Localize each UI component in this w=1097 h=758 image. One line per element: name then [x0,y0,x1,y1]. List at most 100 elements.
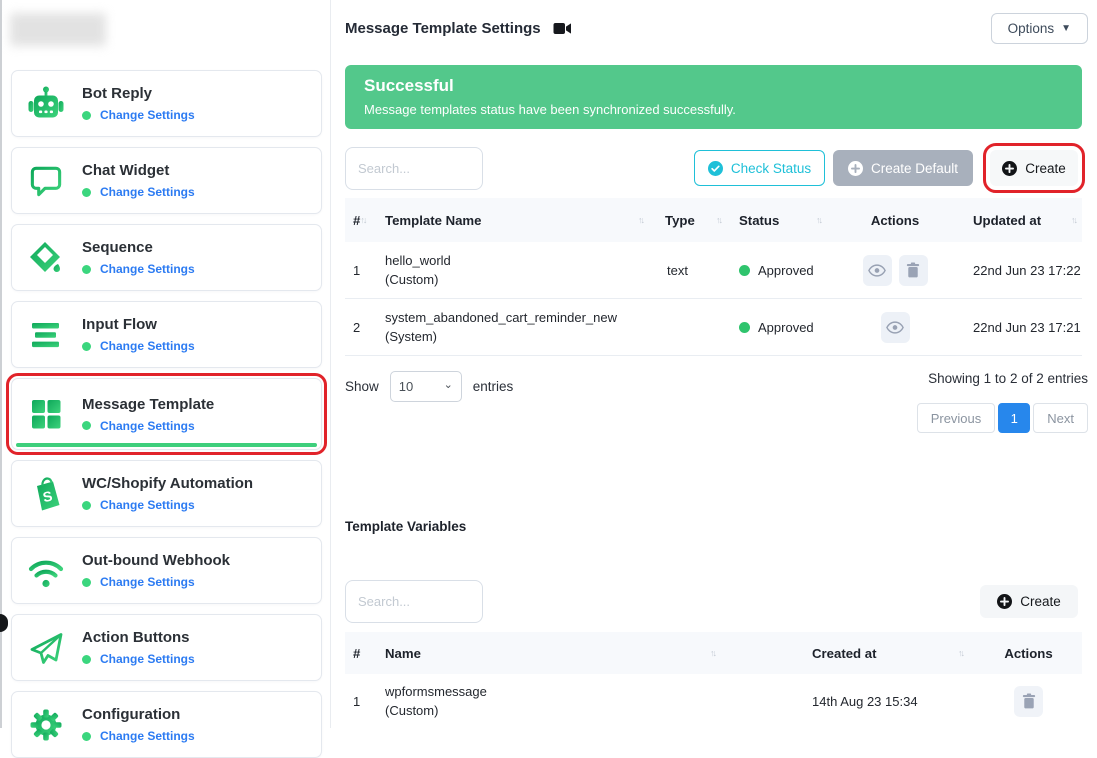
trash-icon [1022,693,1036,709]
created-at: 14th Aug 23 15:34 [745,694,975,709]
template-name: system_abandoned_cart_reminder_new [385,308,657,327]
template-variables-title: Template Variables [345,519,466,534]
eye-icon [868,264,886,277]
status-dot [82,655,91,664]
change-settings-link[interactable]: Change Settings [100,652,195,666]
status-dot [739,322,750,333]
page-1-button[interactable]: 1 [998,403,1030,433]
main-content: Message Template Settings Options ▼ Succ… [345,0,1090,728]
status-dot [739,265,750,276]
delete-variable-button[interactable] [1014,686,1043,717]
sidebar-item-bot-reply[interactable]: Bot Reply Change Settings [11,70,322,137]
create-variable-button[interactable]: Create [980,585,1078,618]
status-dot [82,501,91,510]
templates-table-header: #↑↓ Template Name↑↓ Type↑↓ Status↑↓ Acti… [345,198,1082,242]
create-label: Create [1025,161,1066,176]
template-type: text [657,263,735,278]
column-name: Name [385,646,421,661]
change-settings-link[interactable]: Change Settings [100,729,195,743]
check-status-button[interactable]: Check Status [694,150,825,186]
options-button[interactable]: Options ▼ [991,13,1088,44]
status-dot [82,732,91,741]
sidebar-item-title: WC/Shopify Automation [82,475,253,492]
create-default-label: Create Default [871,161,958,176]
sidebar-item-action-buttons[interactable]: Action Buttons Change Settings [11,614,322,681]
column-actions: Actions [871,213,919,228]
template-origin: (System) [385,327,657,346]
sidebar-item-chat-widget[interactable]: Chat Widget Change Settings [11,147,322,214]
delete-template-button[interactable] [899,255,928,286]
column-status: Status [739,213,779,228]
view-template-button[interactable] [881,312,910,343]
check-circle-icon [708,161,723,176]
sort-icon[interactable]: ↑↓ [958,648,963,658]
row-number: 1 [345,263,377,278]
page-size-select[interactable]: 10 [390,371,462,402]
view-template-button[interactable] [863,255,892,286]
show-label: Show [345,379,379,394]
sidebar-item-message-template[interactable]: Message Template Change Settings [11,378,322,450]
status-badge: Approved [758,263,814,278]
create-default-button[interactable]: Create Default [833,150,973,186]
column-actions: Actions [1004,646,1052,661]
change-settings-link[interactable]: Change Settings [100,262,195,276]
sidebar-item-title: Input Flow [82,316,195,333]
sidebar-item-title: Message Template [82,396,214,413]
eye-icon [886,321,904,334]
sidebar-item-title: Sequence [82,239,195,256]
table-row: 2 system_abandoned_cart_reminder_new (Sy… [345,299,1082,356]
status-dot [82,342,91,351]
variable-origin: (Custom) [385,701,745,720]
page-title: Message Template Settings [345,20,541,37]
success-alert: Successful Message templates status have… [345,65,1082,129]
column-updated-at: Updated at [973,213,1041,228]
shopify-bag-icon: S [26,474,66,514]
trash-icon [906,262,920,278]
sidebar-item-sequence[interactable]: Sequence Change Settings [11,224,322,291]
next-page-button[interactable]: Next [1033,403,1088,433]
robot-icon [26,84,66,124]
template-search-input[interactable] [345,147,483,190]
template-origin: (Custom) [385,270,657,289]
change-settings-link[interactable]: Change Settings [100,419,195,433]
sidebar-item-title: Bot Reply [82,85,195,102]
sort-icon[interactable]: ↑↓ [638,215,643,225]
sort-icon[interactable]: ↑↓ [360,215,365,225]
status-dot [82,265,91,274]
row-number: 2 [345,320,377,335]
change-settings-link[interactable]: Change Settings [100,108,195,122]
plus-circle-icon [997,594,1012,609]
sidebar-item-outbound-webhook[interactable]: Out-bound Webhook Change Settings [11,537,322,604]
change-settings-link[interactable]: Change Settings [100,575,195,589]
paint-bucket-icon [26,238,66,278]
plus-circle-icon [848,161,863,176]
plus-circle-icon [1002,161,1017,176]
sidebar-item-input-flow[interactable]: Input Flow Change Settings [11,301,322,368]
column-created-at: Created at [812,646,877,661]
entries-label: entries [473,379,514,394]
table-row: 1 hello_world (Custom) text Approved 22n… [345,242,1082,299]
status-dot [82,111,91,120]
variables-search-input[interactable] [345,580,483,623]
sidebar-item-title: Out-bound Webhook [82,552,230,569]
change-settings-link[interactable]: Change Settings [100,339,195,353]
video-tutorial-icon[interactable] [553,22,572,35]
change-settings-link[interactable]: Change Settings [100,498,195,512]
sort-icon[interactable]: ↑↓ [716,215,721,225]
sort-icon[interactable]: ↑↓ [816,215,821,225]
pagination: Previous 1 Next [917,403,1088,433]
updated-at: 22nd Jun 23 17:21 [955,320,1082,335]
sidebar-item-title: Configuration [82,706,195,723]
chevron-down-icon: ▼ [1061,23,1071,34]
create-template-button[interactable]: Create [990,150,1078,186]
previous-page-button[interactable]: Previous [917,403,996,433]
sidebar-item-wc-shopify-automation[interactable]: S WC/Shopify Automation Change Settings [11,460,322,527]
column-type: Type [665,213,695,228]
template-name: hello_world [385,251,657,270]
change-settings-link[interactable]: Change Settings [100,185,195,199]
create-label: Create [1020,594,1061,609]
sort-icon[interactable]: ↑↓ [1071,215,1076,225]
sidebar-item-configuration[interactable]: Configuration Change Settings [11,691,322,758]
sort-icon[interactable]: ↑↓ [710,648,715,658]
alert-message: Message templates status have been synch… [364,102,1063,117]
